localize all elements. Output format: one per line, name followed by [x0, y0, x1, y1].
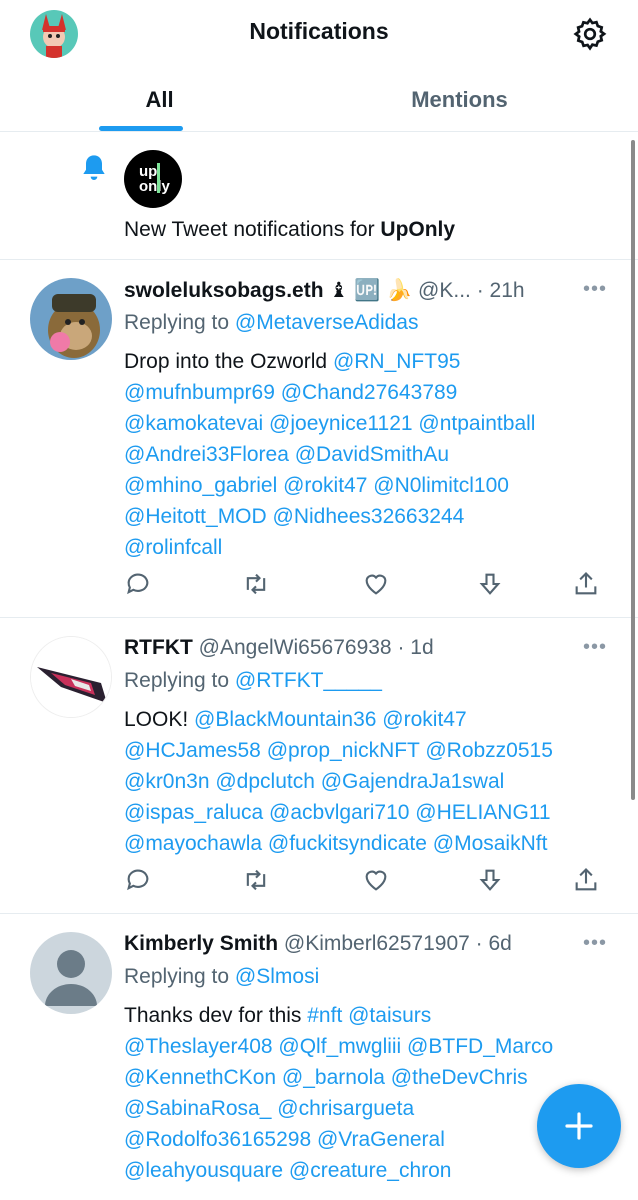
- mention-link[interactable]: @KennethCKon @_barnola @theDevChris: [124, 1066, 528, 1089]
- tweet-text-plain: Thanks dev for this: [124, 1004, 308, 1027]
- reply-icon[interactable]: [124, 866, 152, 894]
- tweet-actions: [124, 866, 604, 896]
- new-tweet-notification[interactable]: up only New Tweet notifications for UpOn…: [0, 132, 638, 260]
- tweet-handle-time: @K... · 21h: [412, 279, 525, 302]
- replying-to: Replying to @Slmosi: [124, 965, 319, 989]
- more-options-icon[interactable]: •••: [583, 636, 607, 659]
- more-options-icon[interactable]: •••: [583, 278, 607, 301]
- replying-prefix: Replying to: [124, 965, 235, 988]
- mention-link[interactable]: @kamokatevai @joeynice1121 @ntpaintball: [124, 412, 535, 435]
- mention-link[interactable]: #nft @taisurs: [307, 1004, 431, 1027]
- replying-prefix: Replying to: [124, 669, 235, 692]
- tweet-header: Kimberly Smith @Kimberl62571907 · 6d: [124, 932, 512, 956]
- like-heart-icon[interactable]: [362, 866, 390, 894]
- tweet-author-avatar[interactable]: [30, 932, 112, 1014]
- notification-tabs: All Mentions: [0, 66, 638, 132]
- tweet-text: LOOK! @BlackMountain36 @rokit47 @HCJames…: [124, 704, 614, 859]
- mention-link[interactable]: @rolinfcall: [124, 536, 222, 559]
- mention-link[interactable]: @ispas_raluca @acbvlgari710 @HELIANG11: [124, 801, 551, 824]
- bell-icon: [78, 152, 110, 184]
- tab-mentions-label: Mentions: [411, 87, 508, 112]
- tweet-author-name[interactable]: swoleluksobags.eth: [124, 279, 324, 302]
- tweet-text-plain: LOOK!: [124, 708, 195, 731]
- tweet-text-plain: Drop into the Ozworld: [124, 350, 333, 373]
- tweet-author-avatar[interactable]: [30, 636, 112, 718]
- mention-link[interactable]: @kr0n3n @dpclutch @GajendraJa1swal: [124, 770, 504, 793]
- tab-all-label: All: [145, 87, 174, 112]
- tweet-text: Drop into the Ozworld @RN_NFT95 @mufnbum…: [124, 346, 614, 563]
- replying-prefix: Replying to: [124, 311, 235, 334]
- compose-tweet-button[interactable]: [537, 1084, 621, 1168]
- mention-link[interactable]: @mayochawla @fuckitsyndicate @MosaikNft: [124, 832, 547, 855]
- share-icon[interactable]: [572, 570, 600, 598]
- uponly-logo-text-top: up: [139, 163, 158, 180]
- mention-link[interactable]: @BlackMountain36 @rokit47: [194, 708, 467, 731]
- tweet-author-name[interactable]: Kimberly Smith: [124, 932, 278, 955]
- page-title: Notifications: [249, 18, 389, 44]
- tab-all[interactable]: All: [0, 66, 319, 132]
- mention-link[interactable]: @HCJames58 @prop_nickNFT @Robzz0515: [124, 739, 553, 762]
- mention-link[interactable]: @leahyousquare @creature_chron: [124, 1159, 452, 1182]
- tweet[interactable]: Kimberly Smith @Kimberl62571907 · 6d •••…: [0, 914, 638, 1200]
- tweet-text: Thanks dev for this #nft @taisurs @Thesl…: [124, 1000, 614, 1186]
- notification-account[interactable]: UpOnly: [380, 218, 455, 241]
- tweet-actions: [124, 570, 604, 600]
- active-tab-indicator: [99, 126, 183, 131]
- retweet-icon[interactable]: [242, 866, 270, 894]
- vote-down-icon[interactable]: [476, 570, 504, 598]
- share-icon[interactable]: [572, 866, 600, 894]
- uponly-avatar[interactable]: up only: [124, 150, 182, 208]
- uponly-logo-text-bottom: only: [139, 178, 170, 195]
- mention-link[interactable]: @Andrei33Florea @DavidSmithAu: [124, 443, 449, 466]
- mention-link[interactable]: @Theslayer408 @Qlf_mwgliii @BTFD_Marco: [124, 1035, 553, 1058]
- replying-to-link[interactable]: @RTFKT_____: [235, 669, 382, 692]
- replying-to: Replying to @RTFKT_____: [124, 669, 382, 693]
- mention-link[interactable]: @RN_NFT95: [333, 350, 461, 373]
- replying-to-link[interactable]: @MetaverseAdidas: [235, 311, 419, 334]
- tweet-author-name[interactable]: RTFKT: [124, 636, 193, 659]
- more-options-icon[interactable]: •••: [583, 932, 607, 955]
- retweet-icon[interactable]: [242, 570, 270, 598]
- scrollbar[interactable]: [631, 140, 635, 800]
- plus-icon: [565, 1112, 593, 1140]
- uponly-logo-bar: [157, 163, 160, 193]
- mention-link[interactable]: @mhino_gabriel @rokit47 @N0limitcl100: [124, 474, 509, 497]
- tweet-handle-time: @Kimberl62571907 · 6d: [278, 932, 512, 955]
- mention-link[interactable]: @mufnbumpr69 @Chand27643789: [124, 381, 457, 404]
- mention-link[interactable]: @Rodolfo36165298 @VraGeneral: [124, 1128, 445, 1151]
- tab-mentions[interactable]: Mentions: [300, 66, 619, 132]
- author-badges: ♝ 🆙 🍌: [329, 279, 413, 302]
- vote-down-icon[interactable]: [476, 866, 504, 894]
- replying-to-link[interactable]: @Slmosi: [235, 965, 319, 988]
- tweet-handle-time: @AngelWi65676938 · 1d: [192, 636, 434, 659]
- tweet-author-avatar[interactable]: [30, 278, 112, 360]
- tweet-header: swoleluksobags.eth ♝ 🆙 🍌 @K... · 21h: [124, 278, 525, 303]
- top-bar: Notifications: [0, 0, 638, 66]
- reply-icon[interactable]: [124, 570, 152, 598]
- notification-prefix: New Tweet notifications for: [124, 218, 381, 241]
- like-heart-icon[interactable]: [362, 570, 390, 598]
- mention-link[interactable]: @SabinaRosa_ @chrisargueta: [124, 1097, 414, 1120]
- tweet[interactable]: RTFKT @AngelWi65676938 · 1d ••• Replying…: [0, 618, 638, 914]
- tweet[interactable]: swoleluksobags.eth ♝ 🆙 🍌 @K... · 21h •••…: [0, 260, 638, 618]
- notification-text: New Tweet notifications for UpOnly: [124, 218, 455, 242]
- tweet-header: RTFKT @AngelWi65676938 · 1d: [124, 636, 434, 660]
- settings-gear-icon[interactable]: [572, 16, 608, 52]
- mention-link[interactable]: @Heitott_MOD @Nidhees32663244: [124, 505, 464, 528]
- replying-to: Replying to @MetaverseAdidas: [124, 311, 418, 335]
